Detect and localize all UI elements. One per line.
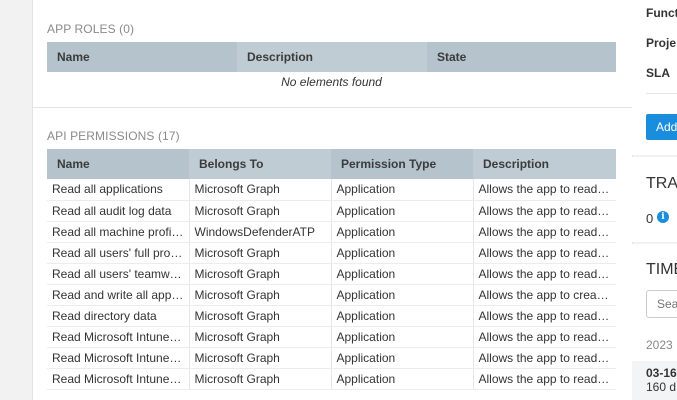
cell-description: Allows the app to read…: [473, 179, 616, 201]
cell-permission-type: Application: [331, 305, 474, 327]
cell-belongs-to: Microsoft Graph: [189, 347, 332, 369]
column-header-state[interactable]: State: [427, 42, 616, 72]
cell-description: Allows the app to read…: [473, 347, 616, 369]
app-roles-table: Name Description State: [47, 42, 616, 72]
cell-description: Allows the app to read…: [473, 200, 616, 222]
column-header-permission-type[interactable]: Permission Type: [331, 149, 473, 179]
cell-description: Allows the app to crea…: [473, 284, 616, 306]
column-header-name[interactable]: Name: [47, 42, 237, 72]
cell-belongs-to: WindowsDefenderATP: [189, 221, 332, 243]
cell-belongs-to: Microsoft Graph: [189, 179, 332, 201]
cell-permission-type: Application: [331, 200, 474, 222]
table-row[interactable]: Read all machine profi… WindowsDefenderAT…: [47, 221, 616, 243]
tracking-title: TRAC: [646, 175, 677, 192]
column-header-description[interactable]: Description: [473, 149, 616, 179]
details-panel: APP ROLES (0) Name Description State No …: [32, 0, 633, 400]
cell-name: Read all applications: [47, 179, 190, 201]
cell-belongs-to: Microsoft Graph: [189, 326, 332, 348]
cell-belongs-to: Microsoft Graph: [189, 284, 332, 306]
empty-state-message: No elements found: [281, 75, 382, 89]
cell-permission-type: Application: [331, 221, 474, 243]
cell-description: Allows the app to read…: [473, 221, 616, 243]
project-label: Proje: [646, 36, 677, 50]
tracking-count: 0: [646, 211, 654, 226]
add-button[interactable]: Add: [646, 114, 677, 140]
cell-belongs-to: Microsoft Graph: [189, 242, 332, 264]
cell-name: Read all machine profi…: [47, 221, 190, 243]
table-row[interactable]: Read all applications Microsoft Graph Appl…: [47, 179, 616, 201]
cell-name: Read Microsoft Intune…: [47, 326, 190, 348]
column-header-description[interactable]: Description: [237, 42, 427, 72]
side-panel: Funct Proje SLA Add TRAC 0 i TIME 2023 0…: [632, 0, 677, 400]
cell-permission-type: Application: [331, 326, 474, 348]
cell-permission-type: Application: [331, 368, 474, 390]
timeline-year: 2023: [646, 338, 673, 352]
timeline-entry-sub: 160 d: [646, 380, 677, 394]
divider: [646, 93, 677, 94]
cell-description: Allows the app to read…: [473, 242, 616, 264]
cell-description: Allows the app to read…: [473, 305, 616, 327]
table-row[interactable]: Read all users' teamw… Microsoft Graph App…: [47, 263, 616, 285]
table-row[interactable]: Read and write all app… Microsoft Graph Ap…: [47, 284, 616, 306]
cell-name: Read all audit log data: [47, 200, 190, 222]
timeline-search-input[interactable]: [646, 290, 677, 318]
cell-name: Read directory data: [47, 305, 190, 327]
info-icon[interactable]: i: [657, 211, 669, 223]
api-permissions-table: Name Belongs To Permission Type Descript…: [47, 149, 616, 390]
cell-belongs-to: Microsoft Graph: [189, 305, 332, 327]
cell-description: Allows the app to read…: [473, 368, 616, 390]
section-divider: [33, 107, 632, 108]
table-row[interactable]: Read directory data Microsoft Graph Applic…: [47, 305, 616, 327]
cell-name: Read Microsoft Intune…: [47, 347, 190, 369]
cell-permission-type: Application: [331, 242, 474, 264]
timeline-title: TIME: [646, 261, 677, 278]
timeline-entry-date: 03-16: [646, 366, 677, 380]
cell-name: Read all users' teamw…: [47, 263, 190, 285]
cell-description: Allows the app to read…: [473, 263, 616, 285]
cell-name: Read all users' full pro…: [47, 242, 190, 264]
tracking-card: [632, 157, 677, 242]
cell-name: Read Microsoft Intune…: [47, 368, 190, 390]
cell-permission-type: Application: [331, 263, 474, 285]
sla-label: SLA: [646, 66, 670, 80]
table-row[interactable]: Read all users' full pro… Microsoft Graph…: [47, 242, 616, 264]
cell-permission-type: Application: [331, 179, 474, 201]
table-row[interactable]: Read all audit log data Microsoft Graph Ap…: [47, 200, 616, 222]
column-header-name[interactable]: Name: [47, 149, 189, 179]
app-roles-title: APP ROLES (0): [47, 22, 135, 36]
table-row[interactable]: Read Microsoft Intune… Microsoft Graph App…: [47, 326, 616, 348]
cell-belongs-to: Microsoft Graph: [189, 368, 332, 390]
table-row[interactable]: Read Microsoft Intune… Microsoft Graph App…: [47, 368, 616, 390]
cell-description: Allows the app to read…: [473, 326, 616, 348]
function-label: Funct: [646, 6, 677, 20]
cell-belongs-to: Microsoft Graph: [189, 200, 332, 222]
cell-permission-type: Application: [331, 347, 474, 369]
cell-permission-type: Application: [331, 284, 474, 306]
table-row[interactable]: Read Microsoft Intune… Microsoft Graph App…: [47, 347, 616, 369]
cell-belongs-to: Microsoft Graph: [189, 263, 332, 285]
column-header-belongs-to[interactable]: Belongs To: [189, 149, 331, 179]
api-permissions-title: API PERMISSIONS (17): [47, 129, 180, 143]
cell-name: Read and write all app…: [47, 284, 190, 306]
